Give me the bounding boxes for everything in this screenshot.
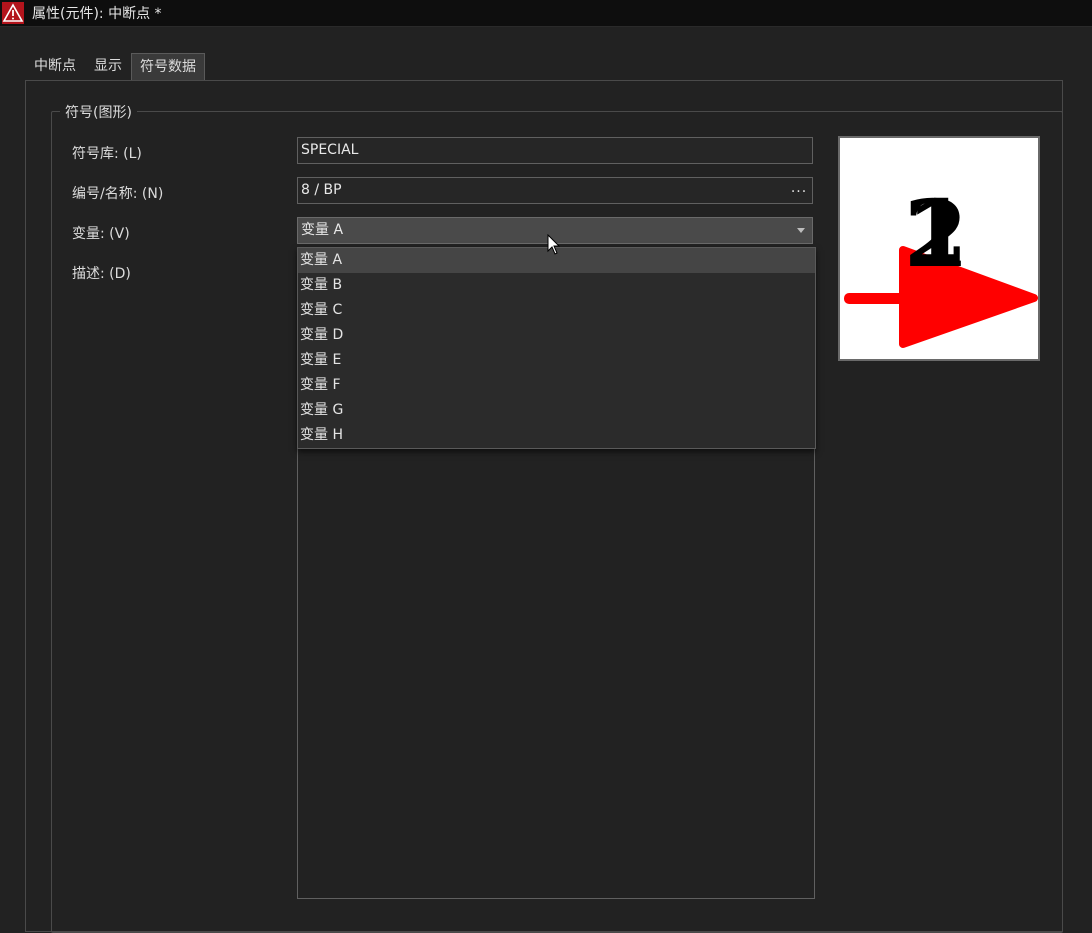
breakpoint-symbol-graphic: 2 1 — [844, 180, 1038, 348]
dropdown-option[interactable]: 变量 F — [298, 373, 815, 398]
mouse-cursor-icon — [547, 234, 561, 255]
dropdown-option[interactable]: 变量 C — [298, 298, 815, 323]
variant-dropdown-list: 变量 A 变量 B 变量 C 变量 D 变量 E 变量 F 变量 G 变量 H — [297, 247, 816, 449]
number-name-label: 编号/名称: (N) — [72, 186, 164, 202]
tab-symbol-data[interactable]: 符号数据 — [131, 53, 205, 81]
warning-app-icon — [2, 2, 24, 24]
title-bar: 属性(元件): 中断点 * — [0, 0, 1092, 27]
number-name-value: 8 / BP — [301, 182, 342, 198]
symbol-preview: 2 1 — [838, 136, 1040, 361]
tab-breakpoint[interactable]: 中断点 — [25, 53, 85, 79]
groupbox-title: 符号(图形) — [60, 102, 137, 122]
dropdown-option[interactable]: 变量 G — [298, 398, 815, 423]
library-label: 符号库: (L) — [72, 146, 142, 162]
window-title: 属性(元件): 中断点 * — [32, 6, 162, 22]
chevron-down-icon[interactable] — [790, 218, 812, 243]
library-input[interactable]: SPECIAL — [297, 137, 813, 164]
dropdown-option[interactable]: 变量 H — [298, 423, 815, 448]
tab-display[interactable]: 显示 — [87, 53, 129, 79]
dropdown-option[interactable]: 变量 D — [298, 323, 815, 348]
description-label: 描述: (D) — [72, 266, 131, 282]
number-name-input[interactable]: 8 / BP ... — [297, 177, 813, 204]
browse-button[interactable]: ... — [786, 178, 812, 203]
dropdown-option[interactable]: 变量 E — [298, 348, 815, 373]
connection-digit-1: 1 — [906, 180, 970, 288]
variant-value: 变量 A — [301, 222, 344, 238]
dropdown-option[interactable]: 变量 B — [298, 273, 815, 298]
library-value: SPECIAL — [301, 142, 359, 158]
variant-label: 变量: (V) — [72, 226, 130, 242]
